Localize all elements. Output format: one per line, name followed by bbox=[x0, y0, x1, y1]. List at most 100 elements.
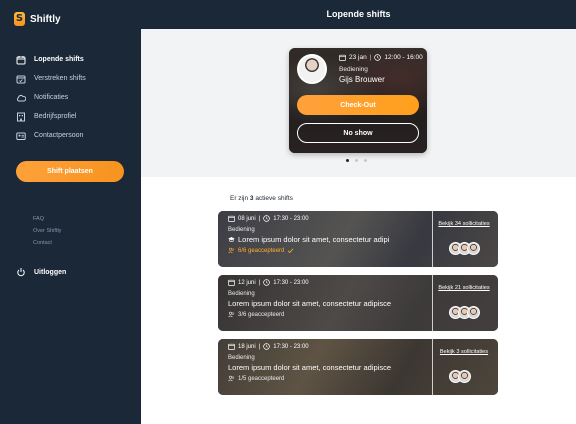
page-title: Lopende shifts bbox=[141, 0, 576, 29]
sidebar-nav: Lopende shifts Verstreken shifts Notific… bbox=[16, 50, 86, 145]
sidebar-item-verstreken-shifts[interactable]: Verstreken shifts bbox=[16, 69, 86, 88]
meta-separator: | bbox=[258, 343, 261, 350]
logout-label: Uitloggen bbox=[34, 268, 67, 276]
shift-date: 23 jan bbox=[349, 54, 367, 61]
shift-title-text: Lorem ipsum dolor sit amet, consectetur … bbox=[238, 235, 390, 244]
shift-role: Bediening bbox=[228, 355, 255, 361]
calendar-icon bbox=[228, 215, 235, 222]
count-value: 3 bbox=[249, 195, 254, 202]
shift-card[interactable]: 12 juni | 17:30 - 23:00 Bediening Lorem … bbox=[218, 275, 498, 331]
shift-title-text: Lorem ipsum dolor sit amet, consectetur … bbox=[228, 363, 391, 372]
shift-date: 18 juni bbox=[238, 343, 256, 350]
meta-separator: | bbox=[258, 279, 261, 286]
avatar bbox=[467, 306, 480, 319]
logout-button[interactable]: Uitloggen bbox=[16, 267, 66, 277]
employee-name: Gijs Brouwer bbox=[339, 75, 385, 84]
app-logo[interactable]: S Shiftly bbox=[14, 12, 61, 26]
shift-card[interactable]: 08 juni | 17:30 - 23:00 Bediening Lorem … bbox=[218, 211, 498, 267]
power-icon bbox=[16, 267, 26, 277]
avatar bbox=[467, 242, 480, 255]
applicant-avatars bbox=[449, 242, 480, 255]
carousel-dots bbox=[346, 159, 367, 162]
shift-meta: 12 juni | 17:30 - 23:00 bbox=[228, 279, 309, 286]
shift-card[interactable]: 18 juni | 17:30 - 23:00 Bediening Lorem … bbox=[218, 339, 498, 395]
card-divider bbox=[432, 211, 433, 267]
shift-title: Lorem ipsum dolor sit amet, consectetur … bbox=[228, 235, 428, 244]
current-shift-card: 23 jan | 12:00 - 16:00 Bediening Gijs Br… bbox=[289, 48, 427, 153]
sidebar-item-label: Lopende shifts bbox=[34, 56, 84, 63]
calendar-icon bbox=[16, 55, 26, 65]
sidebar-item-lopende-shifts[interactable]: Lopende shifts bbox=[16, 50, 86, 69]
clock-icon bbox=[263, 215, 271, 222]
sidebar-item-contactpersoon[interactable]: Contactpersoon bbox=[16, 126, 86, 145]
accepted-text: 3/6 geaccepteerd bbox=[238, 311, 285, 318]
accepted-text: 1/5 geaccepteerd bbox=[238, 375, 285, 382]
card-divider bbox=[432, 339, 433, 395]
calendar-icon bbox=[228, 279, 235, 286]
active-shifts-count: Er zijn 3 actieve shifts bbox=[230, 195, 293, 202]
meta-separator: | bbox=[369, 54, 372, 61]
shift-date: 08 juni bbox=[238, 215, 256, 222]
shift-meta: 08 juni | 17:30 - 23:00 bbox=[228, 215, 309, 222]
carousel-dot[interactable] bbox=[346, 159, 349, 162]
building-icon bbox=[16, 112, 26, 122]
sidebar-item-bedrijfsprofiel[interactable]: Bedrijfsprofiel bbox=[16, 107, 86, 126]
shift-role: Bediening bbox=[339, 66, 368, 73]
shift-title: Lorem ipsum dolor sit amet, consectetur … bbox=[228, 363, 428, 372]
view-applications-link[interactable]: Bekijk 21 sollicitaties bbox=[438, 285, 490, 292]
shift-role: Bediening bbox=[228, 291, 255, 297]
calendar-check-icon bbox=[16, 74, 26, 84]
clock-icon bbox=[374, 54, 382, 61]
users-icon bbox=[228, 375, 235, 382]
view-applications-link[interactable]: Bekijk 3 sollicitaties bbox=[438, 349, 490, 356]
avatar bbox=[297, 54, 327, 84]
calendar-icon bbox=[339, 54, 346, 61]
footer-links: FAQ Over Shiftly Contact bbox=[33, 216, 61, 252]
accepted-text: 6/6 geaccepteerd bbox=[238, 247, 285, 254]
sidebar-item-label: Contactpersoon bbox=[34, 132, 84, 139]
shift-title-text: Lorem ipsum dolor sit amet, consectetur … bbox=[228, 299, 391, 308]
applicant-avatars bbox=[449, 306, 480, 319]
contact-link[interactable]: Contact bbox=[33, 240, 61, 252]
clock-icon bbox=[263, 279, 271, 286]
meta-separator: | bbox=[258, 215, 261, 222]
accepted-status: 6/6 geaccepteerd bbox=[228, 247, 294, 254]
carousel-dot[interactable] bbox=[364, 159, 367, 162]
faq-link[interactable]: FAQ bbox=[33, 216, 61, 228]
view-applications-link[interactable]: Bekijk 34 sollicitaties bbox=[438, 221, 490, 228]
users-icon bbox=[228, 311, 235, 318]
carousel-dot[interactable] bbox=[355, 159, 358, 162]
count-suffix: actieve shifts bbox=[255, 195, 293, 202]
shift-date: 12 juni bbox=[238, 279, 256, 286]
shift-meta: 18 juni | 17:30 - 23:00 bbox=[228, 343, 309, 350]
contact-card-icon bbox=[16, 131, 26, 141]
over-shiftly-link[interactable]: Over Shiftly bbox=[33, 228, 61, 240]
card-divider bbox=[432, 275, 433, 331]
cloud-icon bbox=[16, 93, 26, 103]
shift-time: 12:00 - 16:00 bbox=[384, 54, 423, 61]
avatar bbox=[458, 370, 471, 383]
shift-time: 17:30 - 23:00 bbox=[273, 215, 309, 222]
app-name: Shiftly bbox=[30, 13, 61, 25]
calendar-icon bbox=[228, 343, 235, 350]
shift-plaatsen-button[interactable]: Shift plaatsen bbox=[16, 161, 124, 182]
shift-role: Bediening bbox=[228, 227, 255, 233]
no-show-button[interactable]: No show bbox=[297, 123, 419, 143]
sidebar: S Shiftly Lopende shifts Verstreken shif… bbox=[0, 0, 141, 424]
sidebar-item-notificaties[interactable]: Notificaties bbox=[16, 88, 86, 107]
check-out-button[interactable]: Check-Out bbox=[297, 95, 419, 115]
accepted-status: 1/5 geaccepteerd bbox=[228, 375, 284, 382]
accepted-status: 3/6 geaccepteerd bbox=[228, 311, 284, 318]
shift-time: 17:30 - 23:00 bbox=[273, 343, 309, 350]
sidebar-item-label: Verstreken shifts bbox=[34, 75, 86, 82]
sidebar-item-label: Notificaties bbox=[34, 94, 69, 101]
sidebar-item-label: Bedrijfsprofiel bbox=[34, 113, 77, 120]
shift-time: 17:30 - 23:00 bbox=[273, 279, 309, 286]
clock-icon bbox=[263, 343, 271, 350]
shift-meta: 23 jan | 12:00 - 16:00 bbox=[339, 54, 423, 61]
logo-mark-icon: S bbox=[14, 12, 25, 26]
users-icon bbox=[228, 247, 235, 254]
count-prefix: Er zijn bbox=[230, 195, 249, 202]
graduation-cap-icon bbox=[228, 236, 235, 243]
shift-title: Lorem ipsum dolor sit amet, consectetur … bbox=[228, 299, 428, 308]
